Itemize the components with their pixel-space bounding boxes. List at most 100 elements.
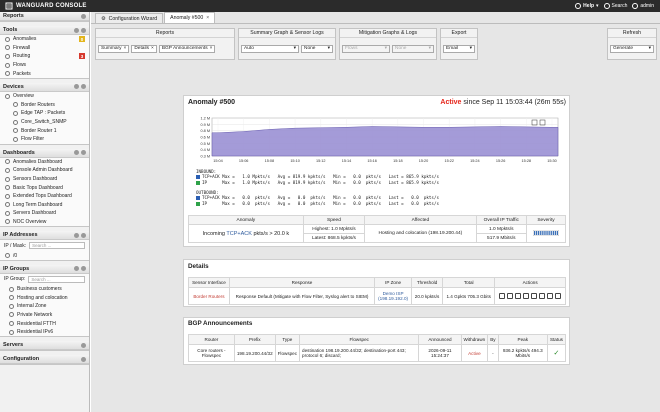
configuration-header[interactable]: Configuration xyxy=(0,355,89,365)
gear-icon[interactable] xyxy=(74,232,79,238)
device-item[interactable]: Flow Filter xyxy=(0,135,89,144)
sensor-logs-select[interactable]: None ▾ xyxy=(301,44,333,53)
dashboard-item[interactable]: Console Admin Dashboard xyxy=(0,166,89,175)
total-cell: 1.4 Gpkts 705.3 Gbits xyxy=(442,287,496,305)
brand[interactable]: WANGUARD CONSOLE xyxy=(0,2,87,10)
ip-mask-input[interactable]: Search ... xyxy=(29,242,85,250)
tab-anomaly[interactable]: Anomaly #500 × xyxy=(164,12,216,23)
device-item[interactable]: Border Router 1 xyxy=(0,126,89,135)
collapse-icon[interactable] xyxy=(81,266,86,272)
chart-icon[interactable] xyxy=(539,293,546,299)
sensor-link[interactable]: Border Routers xyxy=(188,287,230,305)
ip-group-item[interactable]: Business customers xyxy=(0,285,89,294)
column-header: Status xyxy=(546,334,567,345)
ip-addresses-header[interactable]: IP Addresses xyxy=(0,231,89,241)
traffic-chart: 0.3 M 0.4 M 0.5 M 0.6 M 0.8 M 0.9 M 1.2 M 15:04… xyxy=(201,117,559,163)
sidebar-item-packets[interactable]: Packets xyxy=(0,69,89,78)
mitigation-graphs-select[interactable]: Flows ▾ xyxy=(342,44,390,53)
collapse-icon[interactable] xyxy=(81,150,86,156)
close-icon[interactable]: × xyxy=(151,46,154,51)
report-chip[interactable]: BGP Announcements × xyxy=(158,44,216,53)
export-select[interactable]: Email ▾ xyxy=(443,44,475,53)
servers-header[interactable]: Servers xyxy=(0,341,89,351)
sidebar-item-routing[interactable]: Routing 3 xyxy=(0,52,89,61)
collapse-icon[interactable] xyxy=(81,84,86,90)
threshold-cell: 20.0 kpkts/s xyxy=(410,287,444,305)
zone-cell[interactable]: Demo ISP (198.19.192.0) xyxy=(374,287,412,305)
gear-icon[interactable] xyxy=(74,84,79,90)
dashboard-label: Extended Tops Dashboard xyxy=(13,193,72,200)
collapse-icon[interactable] xyxy=(81,232,86,238)
anomaly-header: Anomaly #500 Active since Sep 11 15:03:4… xyxy=(188,96,566,108)
dashboard-item[interactable]: Basic Tops Dashboard xyxy=(0,183,89,192)
delete-icon[interactable] xyxy=(547,293,554,299)
tools-header[interactable]: Tools xyxy=(0,26,89,35)
sidebar-item-firewall[interactable]: Firewall xyxy=(0,44,89,53)
gear-icon[interactable] xyxy=(74,150,79,156)
generate-select[interactable]: Generate ▾ xyxy=(610,44,654,53)
report-chip[interactable]: Summary × xyxy=(98,44,130,53)
dashboard-item[interactable]: NOC Overview xyxy=(0,218,89,227)
report-chip[interactable]: Details × xyxy=(131,44,157,53)
ip-tree-root[interactable]: /0 xyxy=(0,251,89,260)
dashboards-header[interactable]: Dashboards xyxy=(0,148,89,158)
ip-group-label: Internal Zone xyxy=(17,303,47,310)
anomaly-decoder-link[interactable]: TCP+ACK xyxy=(226,231,252,237)
close-icon[interactable]: × xyxy=(210,46,213,51)
summary-affected[interactable]: Hosting and colocation (198.19.200.44) xyxy=(364,224,477,243)
gear-icon[interactable] xyxy=(74,27,79,33)
ip-group-item[interactable]: Hosting and colocation xyxy=(0,293,89,302)
bgp-type: Flowspec xyxy=(274,344,301,362)
sidebar-item-anomalies[interactable]: Anomalies 0 xyxy=(0,35,89,44)
user-menu[interactable]: admin xyxy=(632,3,654,9)
collapse-icon[interactable] xyxy=(81,342,86,348)
tab-configuration-wizard[interactable]: ⚙ Configuration Wizard xyxy=(95,13,164,23)
help-label: Help xyxy=(583,3,595,9)
dashboard-item[interactable]: Sensors Dashboard xyxy=(0,175,89,184)
ip-group-item[interactable]: Internal Zone xyxy=(0,302,89,311)
ip-groups-header[interactable]: IP Groups xyxy=(0,264,89,274)
dashboard-item[interactable]: Long Term Dashboard xyxy=(0,201,89,210)
device-item[interactable]: Core_Switch_SNMP xyxy=(0,118,89,127)
search-button[interactable]: Search xyxy=(603,3,627,9)
stop-icon[interactable] xyxy=(555,293,562,299)
refresh-filter: Refresh Generate ▾ xyxy=(607,28,657,60)
severity-segment xyxy=(539,230,541,235)
sidebar-item-flows[interactable]: Flows xyxy=(0,61,89,70)
ip-group-input[interactable]: Search ... xyxy=(28,275,85,283)
devices-header[interactable]: Devices xyxy=(0,82,89,92)
collapse-icon[interactable] xyxy=(81,27,86,33)
mitigation-logs-select[interactable]: None ▾ xyxy=(392,44,434,53)
y-tick-label: 0.9 M xyxy=(201,123,211,127)
response-cell[interactable]: Response Default (Mitigate with Flow Fil… xyxy=(228,287,376,305)
legend-swatch xyxy=(196,196,200,201)
top-bar: WANGUARD CONSOLE Help ▾ Search admin xyxy=(0,0,660,12)
comment-icon[interactable] xyxy=(507,293,514,299)
count-badge: 3 xyxy=(79,53,85,60)
dashboard-item[interactable]: Anomalies Dashboard xyxy=(0,158,89,167)
devices-overview[interactable]: Overview xyxy=(0,92,89,101)
graphs-select[interactable]: Auto ▾ xyxy=(241,44,299,53)
dashboard-item[interactable]: Extended Tops Dashboard xyxy=(0,192,89,201)
bgp-withdrawn[interactable]: Active xyxy=(460,344,489,362)
ip-group-item[interactable]: Private Network xyxy=(0,311,89,320)
ip-group-item[interactable]: Residential FTTH xyxy=(0,319,89,328)
add-icon[interactable] xyxy=(499,293,506,299)
chevron-icon[interactable] xyxy=(81,13,86,19)
collapse-icon[interactable] xyxy=(81,356,86,362)
close-icon[interactable]: × xyxy=(206,15,209,21)
reports-header[interactable]: Reports xyxy=(0,12,89,21)
help-button[interactable]: Help ▾ xyxy=(575,3,599,9)
shield-icon[interactable] xyxy=(523,293,530,299)
dashboard-item[interactable]: Servers Dashboard xyxy=(0,209,89,218)
ip-group-item[interactable]: Residential IPv6 xyxy=(0,328,89,337)
list-icon[interactable] xyxy=(531,293,538,299)
device-item[interactable]: Border Routers xyxy=(0,101,89,110)
refresh-filter-label: Refresh xyxy=(608,29,656,38)
device-item[interactable]: Edge TAP : Packets xyxy=(0,109,89,118)
gear-icon[interactable] xyxy=(74,266,79,272)
x-tick-label: 15:20 xyxy=(419,159,429,163)
dashboards-title: Dashboards xyxy=(3,149,35,156)
chat-icon[interactable] xyxy=(515,293,522,299)
close-icon[interactable]: × xyxy=(124,46,127,51)
